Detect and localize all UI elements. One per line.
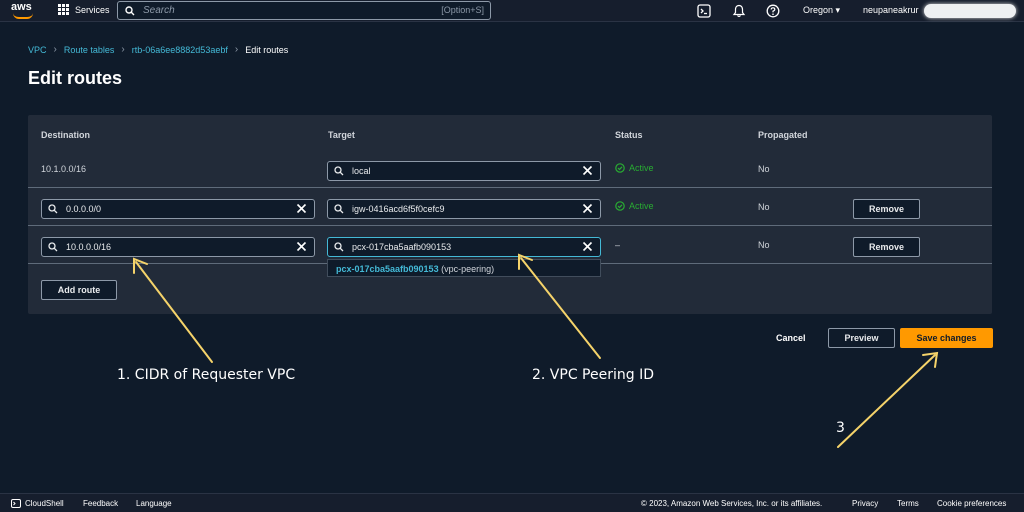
aws-logo-text: aws	[11, 1, 32, 13]
row-divider	[28, 187, 992, 188]
search-shortcut: [Option+S]	[441, 5, 484, 15]
search-icon	[48, 242, 58, 252]
clear-icon[interactable]	[582, 165, 593, 176]
route-target-field[interactable]: local	[327, 161, 601, 181]
clear-icon[interactable]	[582, 203, 593, 214]
route-target-field[interactable]: igw-0416acd6f5f0cefc9	[327, 199, 601, 219]
chevron-right-icon: ›	[234, 44, 239, 55]
search-icon	[334, 242, 344, 252]
search-icon	[334, 166, 344, 176]
route-status: Active	[615, 201, 654, 211]
page-title: Edit routes	[28, 68, 123, 88]
breadcrumb-route-table-id[interactable]: rtb-06a6ee8882d53aebf	[132, 45, 228, 55]
clear-icon[interactable]	[296, 203, 307, 214]
column-header-target: Target	[328, 130, 355, 140]
console-footer: CloudShell Feedback Language © 2023, Ama…	[0, 493, 1024, 512]
help-icon[interactable]	[766, 4, 780, 18]
region-selector[interactable]: Oregon ▾	[803, 5, 840, 16]
grid-icon	[58, 4, 69, 15]
footer-language[interactable]: Language	[136, 499, 172, 508]
route-target-field[interactable]: pcx-017cba5aafb090153	[327, 237, 601, 257]
services-label: Services	[75, 4, 110, 15]
route-propagated: No	[758, 202, 770, 212]
breadcrumb-route-tables[interactable]: Route tables	[64, 45, 115, 55]
add-route-button[interactable]: Add route	[41, 280, 117, 300]
aws-logo[interactable]: aws	[11, 1, 37, 21]
search-icon	[334, 204, 344, 214]
footer-cookie-preferences[interactable]: Cookie preferences	[937, 499, 1006, 508]
column-header-destination: Destination	[41, 130, 91, 140]
cancel-button[interactable]: Cancel	[776, 333, 806, 343]
breadcrumb-current: Edit routes	[245, 44, 289, 55]
footer-copyright: © 2023, Amazon Web Services, Inc. or its…	[641, 499, 823, 508]
clear-icon[interactable]	[582, 241, 593, 252]
arrow-head	[922, 351, 939, 368]
search-input[interactable]	[143, 5, 403, 16]
clear-icon[interactable]	[296, 241, 307, 252]
footer-privacy[interactable]: Privacy	[852, 499, 878, 508]
route-status-label: Active	[629, 163, 654, 173]
bell-icon[interactable]	[732, 4, 746, 18]
chevron-right-icon: ›	[53, 44, 57, 55]
preview-button[interactable]: Preview	[828, 328, 895, 348]
save-changes-button[interactable]: Save changes	[900, 328, 993, 348]
search-icon	[48, 204, 58, 214]
cloudshell-icon[interactable]	[697, 4, 711, 18]
route-destination-value: 10.0.0.0/16	[66, 242, 112, 252]
account-menu[interactable]: neupaneakrur	[863, 5, 919, 15]
remove-route-button[interactable]: Remove	[853, 199, 920, 219]
route-propagated: No	[758, 240, 770, 250]
check-circle-icon	[615, 201, 625, 211]
route-target-value: igw-0416acd6f5f0cefc9	[352, 204, 445, 214]
breadcrumb: VPC › Route tables › rtb-06a6ee8882d53ae…	[28, 44, 288, 55]
route-destination-field[interactable]: 0.0.0.0/0	[41, 199, 315, 219]
cloudshell-icon	[11, 499, 21, 508]
services-menu-button[interactable]: Services	[58, 4, 110, 15]
aws-logo-smile	[13, 13, 33, 19]
column-header-propagated: Propagated	[758, 130, 808, 140]
search-icon	[125, 5, 135, 15]
annotation-step-label: 3	[836, 420, 845, 436]
footer-cloudshell[interactable]: CloudShell	[25, 499, 64, 508]
redacted-account-id	[924, 4, 1016, 18]
row-divider	[28, 225, 992, 226]
route-propagated: No	[758, 164, 770, 174]
route-destination-text: 10.1.0.0/16	[41, 164, 87, 174]
arrow-save	[837, 354, 936, 448]
chevron-right-icon: ›	[121, 44, 125, 55]
breadcrumb-vpc[interactable]: VPC	[28, 45, 47, 55]
route-status: Active	[615, 163, 654, 173]
footer-terms[interactable]: Terms	[897, 499, 919, 508]
annotation-cidr-label: 1. CIDR of Requester VPC	[117, 367, 296, 383]
annotation-peering-label: 2. VPC Peering ID	[532, 367, 654, 383]
route-status-label: Active	[629, 201, 654, 211]
check-circle-icon	[615, 163, 625, 173]
top-navigation: aws Services [Option+S] Oregon ▾ neupane…	[0, 0, 1024, 22]
route-status-label: –	[615, 240, 621, 250]
footer-feedback[interactable]: Feedback	[83, 499, 118, 508]
console-frame: aws Services [Option+S] Oregon ▾ neupane…	[0, 0, 1024, 512]
suggestion-peering-id: pcx-017cba5aafb090153	[336, 264, 439, 274]
global-search[interactable]: [Option+S]	[117, 1, 491, 20]
route-destination-field[interactable]: 10.0.0.0/16	[41, 237, 315, 257]
target-suggestion-option[interactable]: pcx-017cba5aafb090153 (vpc-peering)	[327, 259, 601, 277]
route-destination-value: 0.0.0.0/0	[66, 204, 102, 214]
remove-route-button[interactable]: Remove	[853, 237, 920, 257]
route-target-value: local	[352, 166, 371, 176]
route-target-value: pcx-017cba5aafb090153	[352, 242, 452, 252]
routes-panel: Destination Target Status Propagated 10.…	[28, 115, 992, 314]
column-header-status: Status	[615, 130, 643, 140]
suggestion-peering-type: (vpc-peering)	[438, 264, 495, 274]
